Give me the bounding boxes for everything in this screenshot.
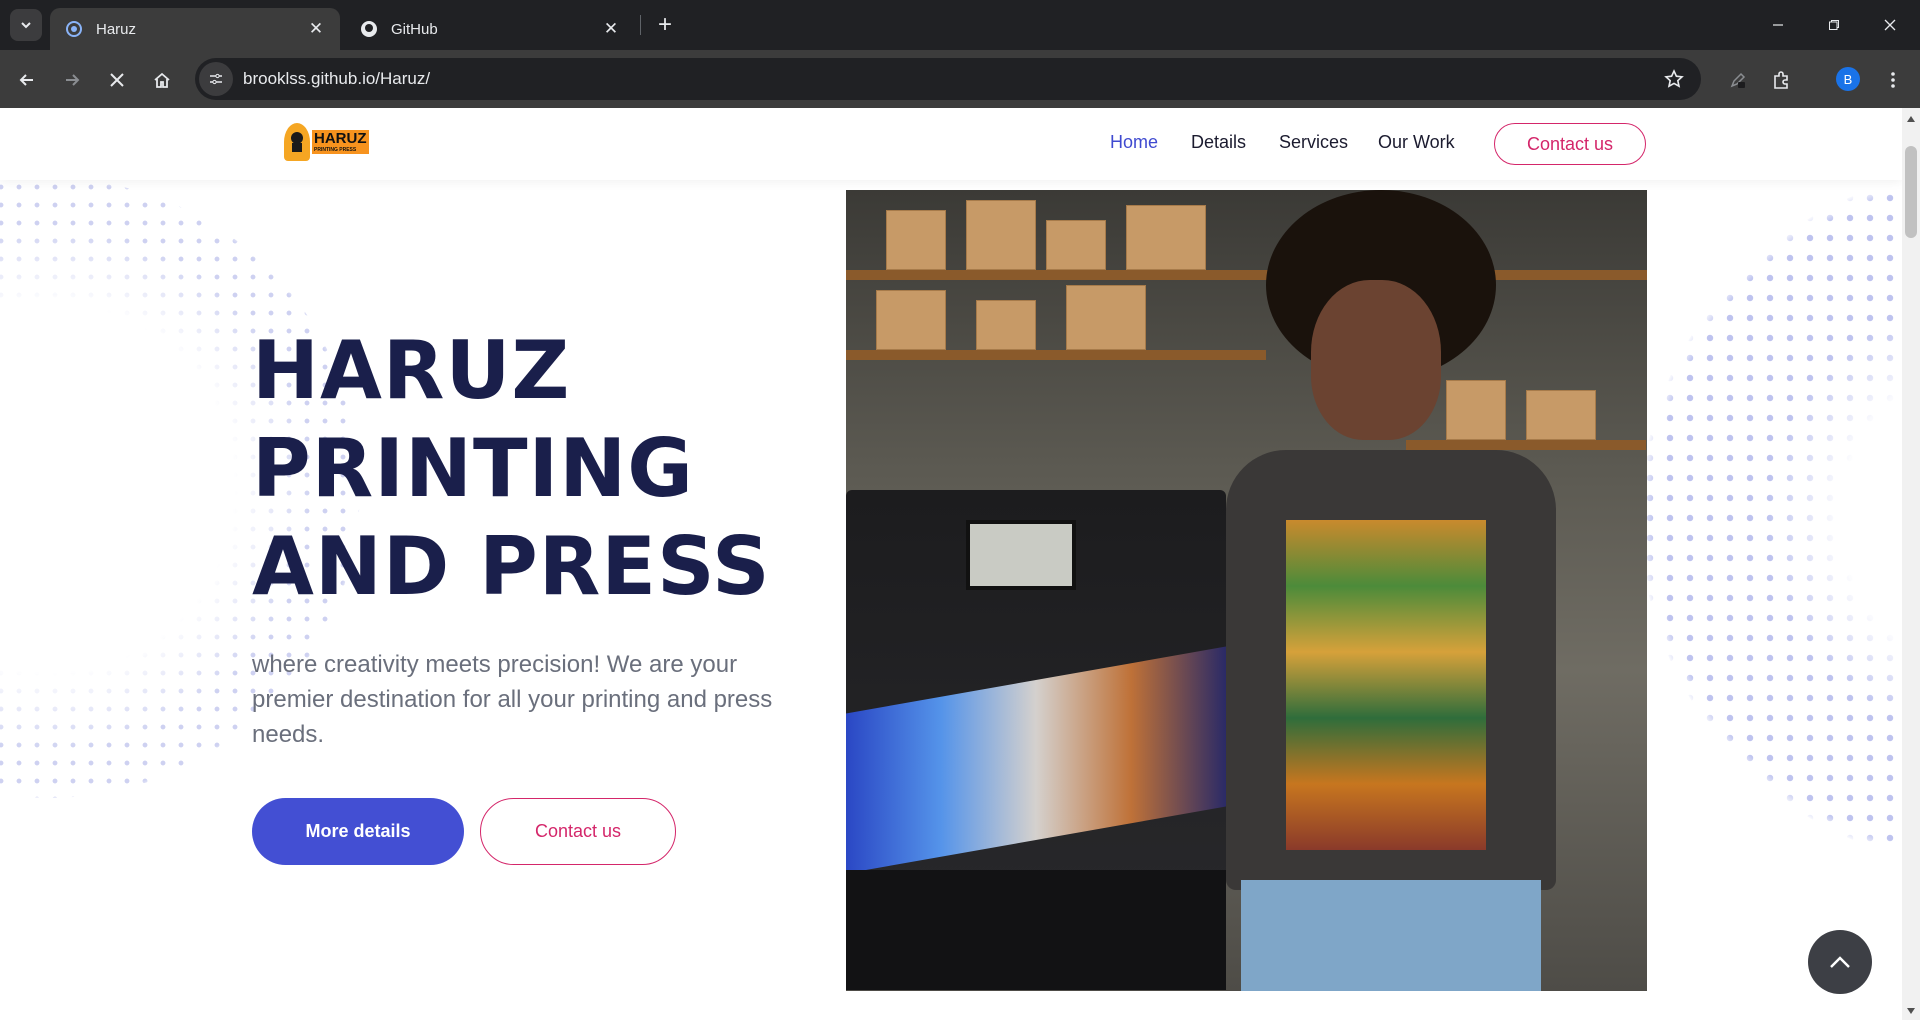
- tab-title: GitHub: [391, 20, 438, 38]
- browser-toolbar: brooklss.github.io/Haruz/ B: [0, 50, 1920, 108]
- hero-title-line: HARUZ: [252, 324, 571, 417]
- printer-screen: [966, 520, 1076, 590]
- tab-github[interactable]: GitHub ✕: [345, 8, 635, 50]
- chevron-up-icon: [1830, 956, 1850, 968]
- pen-icon: [1730, 72, 1746, 88]
- triangle-down-icon: [1907, 1008, 1915, 1014]
- star-icon: [1664, 69, 1684, 88]
- hero-title: HARUZ PRINTING AND PRESS: [252, 322, 812, 616]
- cardboard-box: [976, 300, 1036, 350]
- nav-details[interactable]: Details: [1191, 132, 1246, 153]
- logo-mark-icon: [284, 123, 310, 161]
- page-scrollbar[interactable]: [1902, 108, 1920, 1020]
- nav-our-work[interactable]: Our Work: [1378, 132, 1455, 153]
- shelf: [846, 350, 1266, 360]
- extensions-button[interactable]: [1764, 63, 1798, 97]
- arrow-right-icon: [66, 74, 80, 86]
- shelf: [846, 270, 1647, 280]
- nav-services[interactable]: Services: [1279, 132, 1348, 153]
- cardboard-box: [1526, 390, 1596, 440]
- restore-icon: [1829, 20, 1839, 30]
- person-face: [1311, 280, 1441, 440]
- cardboard-box: [1066, 285, 1146, 350]
- minimize-button[interactable]: [1750, 0, 1806, 50]
- profile-avatar[interactable]: B: [1836, 67, 1860, 91]
- site-header: HARUZ PRINTING PRESS Home Details Servic…: [0, 108, 1902, 180]
- restore-button[interactable]: [1806, 0, 1862, 50]
- site-logo[interactable]: HARUZ PRINTING PRESS: [284, 123, 374, 161]
- bookmark-star-button[interactable]: [1661, 66, 1687, 92]
- printer-bed: [846, 646, 1226, 874]
- close-icon: [1884, 19, 1896, 31]
- tab-haruz[interactable]: Haruz ✕: [50, 8, 340, 50]
- cardboard-box: [1446, 380, 1506, 440]
- scroll-down-arrow[interactable]: [1902, 1004, 1920, 1018]
- printer-machine: [846, 490, 1226, 990]
- logo-text-main: HARUZ: [312, 130, 369, 147]
- triangle-up-icon: [1907, 116, 1915, 122]
- shelf: [1406, 440, 1646, 450]
- tab-search-button[interactable]: [10, 9, 42, 41]
- scrollbar-thumb[interactable]: [1905, 146, 1917, 238]
- cardboard-box: [886, 210, 946, 270]
- cardboard-box: [1046, 220, 1106, 270]
- web-page: HARUZ PRINTING PRESS Home Details Servic…: [0, 108, 1902, 1020]
- address-bar[interactable]: brooklss.github.io/Haruz/: [195, 58, 1701, 100]
- scroll-up-arrow[interactable]: [1902, 112, 1920, 126]
- browser-menu-button[interactable]: [1876, 63, 1910, 97]
- window-close-button[interactable]: [1862, 0, 1918, 50]
- hero-title-line: PRINTING: [252, 422, 694, 515]
- tab-divider: [640, 15, 641, 35]
- more-vertical-icon: [1891, 72, 1895, 88]
- scroll-to-top-button[interactable]: [1808, 930, 1872, 994]
- minimize-icon: [1773, 24, 1783, 26]
- more-details-button[interactable]: More details: [252, 798, 464, 865]
- home-icon: [154, 72, 170, 88]
- new-tab-button[interactable]: +: [650, 10, 680, 40]
- hero-description: where creativity meets precision! We are…: [252, 651, 773, 748]
- contact-us-button[interactable]: Contact us: [480, 798, 676, 865]
- decorative-dot-pattern-right: [1640, 168, 1902, 868]
- logo-text: HARUZ PRINTING PRESS: [312, 130, 369, 154]
- close-icon[interactable]: ✕: [601, 19, 621, 39]
- chevron-down-icon: [21, 22, 31, 29]
- forward-button[interactable]: [55, 63, 89, 97]
- shirt-print: [1286, 520, 1486, 850]
- cardboard-box: [1126, 205, 1206, 270]
- nav-home[interactable]: Home: [1110, 132, 1158, 153]
- tab-title: Haruz: [96, 20, 137, 38]
- logo-text-sub: PRINTING PRESS: [312, 147, 369, 154]
- puzzle-icon: [1774, 71, 1788, 89]
- arrow-left-icon: [19, 74, 33, 86]
- hero-image: [846, 190, 1647, 991]
- extension-pen-button[interactable]: [1721, 63, 1755, 97]
- site-info-button[interactable]: [199, 62, 233, 96]
- loading-spinner-icon: [64, 19, 84, 39]
- cardboard-box: [966, 200, 1036, 270]
- back-button[interactable]: [10, 63, 44, 97]
- nav-contact-button[interactable]: Contact us: [1494, 123, 1646, 165]
- github-icon: [359, 19, 379, 39]
- tune-icon: [210, 73, 222, 85]
- url-text[interactable]: brooklss.github.io/Haruz/: [243, 69, 430, 89]
- person-jeans: [1241, 880, 1541, 991]
- home-button[interactable]: [145, 63, 179, 97]
- hero-title-line: AND PRESS: [252, 520, 771, 613]
- cardboard-box: [876, 290, 946, 350]
- stop-loading-button[interactable]: [100, 63, 134, 97]
- browser-tab-bar: Haruz ✕ GitHub ✕ +: [0, 0, 1920, 50]
- close-icon: [110, 73, 124, 87]
- close-icon[interactable]: ✕: [306, 19, 326, 39]
- printer-base: [846, 870, 1226, 990]
